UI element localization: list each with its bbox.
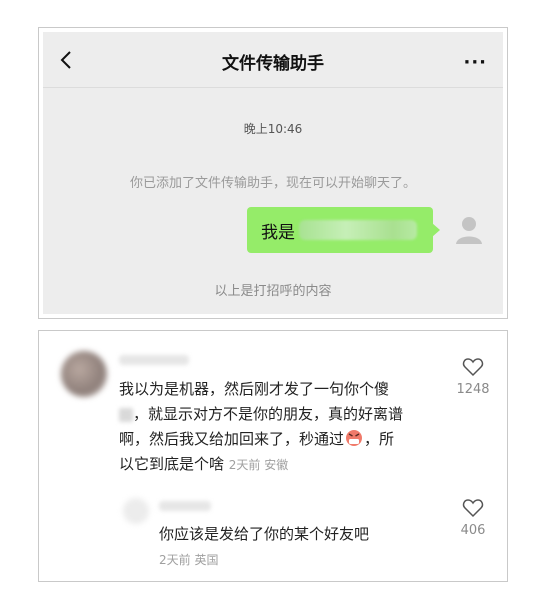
comment-text: 我以为是机器，然后刚才发了一句你个傻 ，就显示对方不是你的朋友，真的好离谱 啊，… [119, 377, 447, 478]
redacted-char-blur [119, 407, 133, 422]
user-avatar-icon[interactable] [451, 212, 487, 248]
greeting-note: 以上是打招呼的内容 [214, 284, 332, 299]
message-timestamp: 晚上10:46 [243, 122, 303, 136]
sent-message-text: 我是 [261, 222, 295, 243]
heart-icon[interactable] [462, 357, 484, 377]
comment-line-2: ，就显示对方不是你的朋友，真的好离谱 [133, 405, 404, 423]
commenter-name-blur [119, 355, 189, 365]
like-count: 1248 [456, 382, 490, 397]
comment-line-1: 我以为是机器，然后刚才发了一句你个傻 [119, 380, 390, 398]
heart-icon[interactable] [462, 498, 484, 518]
chat-screenshot-panel: 文件传输助手 ··· 晚上10:46 你已添加了文件传输助手，现在可以开始聊天了… [38, 27, 508, 319]
comment-screenshot-panel: 我以为是机器，然后刚才发了一句你个傻 ，就显示对方不是你的朋友，真的好离谱 啊，… [38, 330, 508, 582]
chat-nav-bar: 文件传输助手 ··· [43, 32, 503, 88]
comment-line-5: 以它到底是个啥 [119, 455, 225, 473]
commenter-avatar[interactable] [61, 351, 107, 397]
comment-line-3: 啊，然后我又给加回来了，秒通过 [119, 430, 345, 448]
reply-meta: 2天前 英国 [159, 553, 219, 567]
chat-window: 文件传输助手 ··· 晚上10:46 你已添加了文件传输助手，现在可以开始聊天了… [43, 32, 503, 314]
chat-title: 文件传输助手 [222, 54, 324, 74]
system-notice: 你已添加了文件传输助手，现在可以开始聊天了。 [129, 176, 416, 191]
more-options-icon[interactable]: ··· [463, 52, 487, 73]
comment-meta: 2天前 安徽 [228, 458, 289, 472]
redacted-text-blur [299, 220, 417, 240]
reply-like-count: 406 [460, 523, 486, 538]
sent-message-bubble[interactable]: 我是 [247, 207, 440, 253]
comment-line-4: ，所 [364, 430, 395, 448]
replier-name-blur [159, 501, 211, 511]
reply-text: 你应该是发给了你的某个好友吧 [159, 525, 370, 543]
replier-avatar[interactable] [123, 498, 149, 524]
angry-face-emoji-icon [346, 430, 363, 446]
